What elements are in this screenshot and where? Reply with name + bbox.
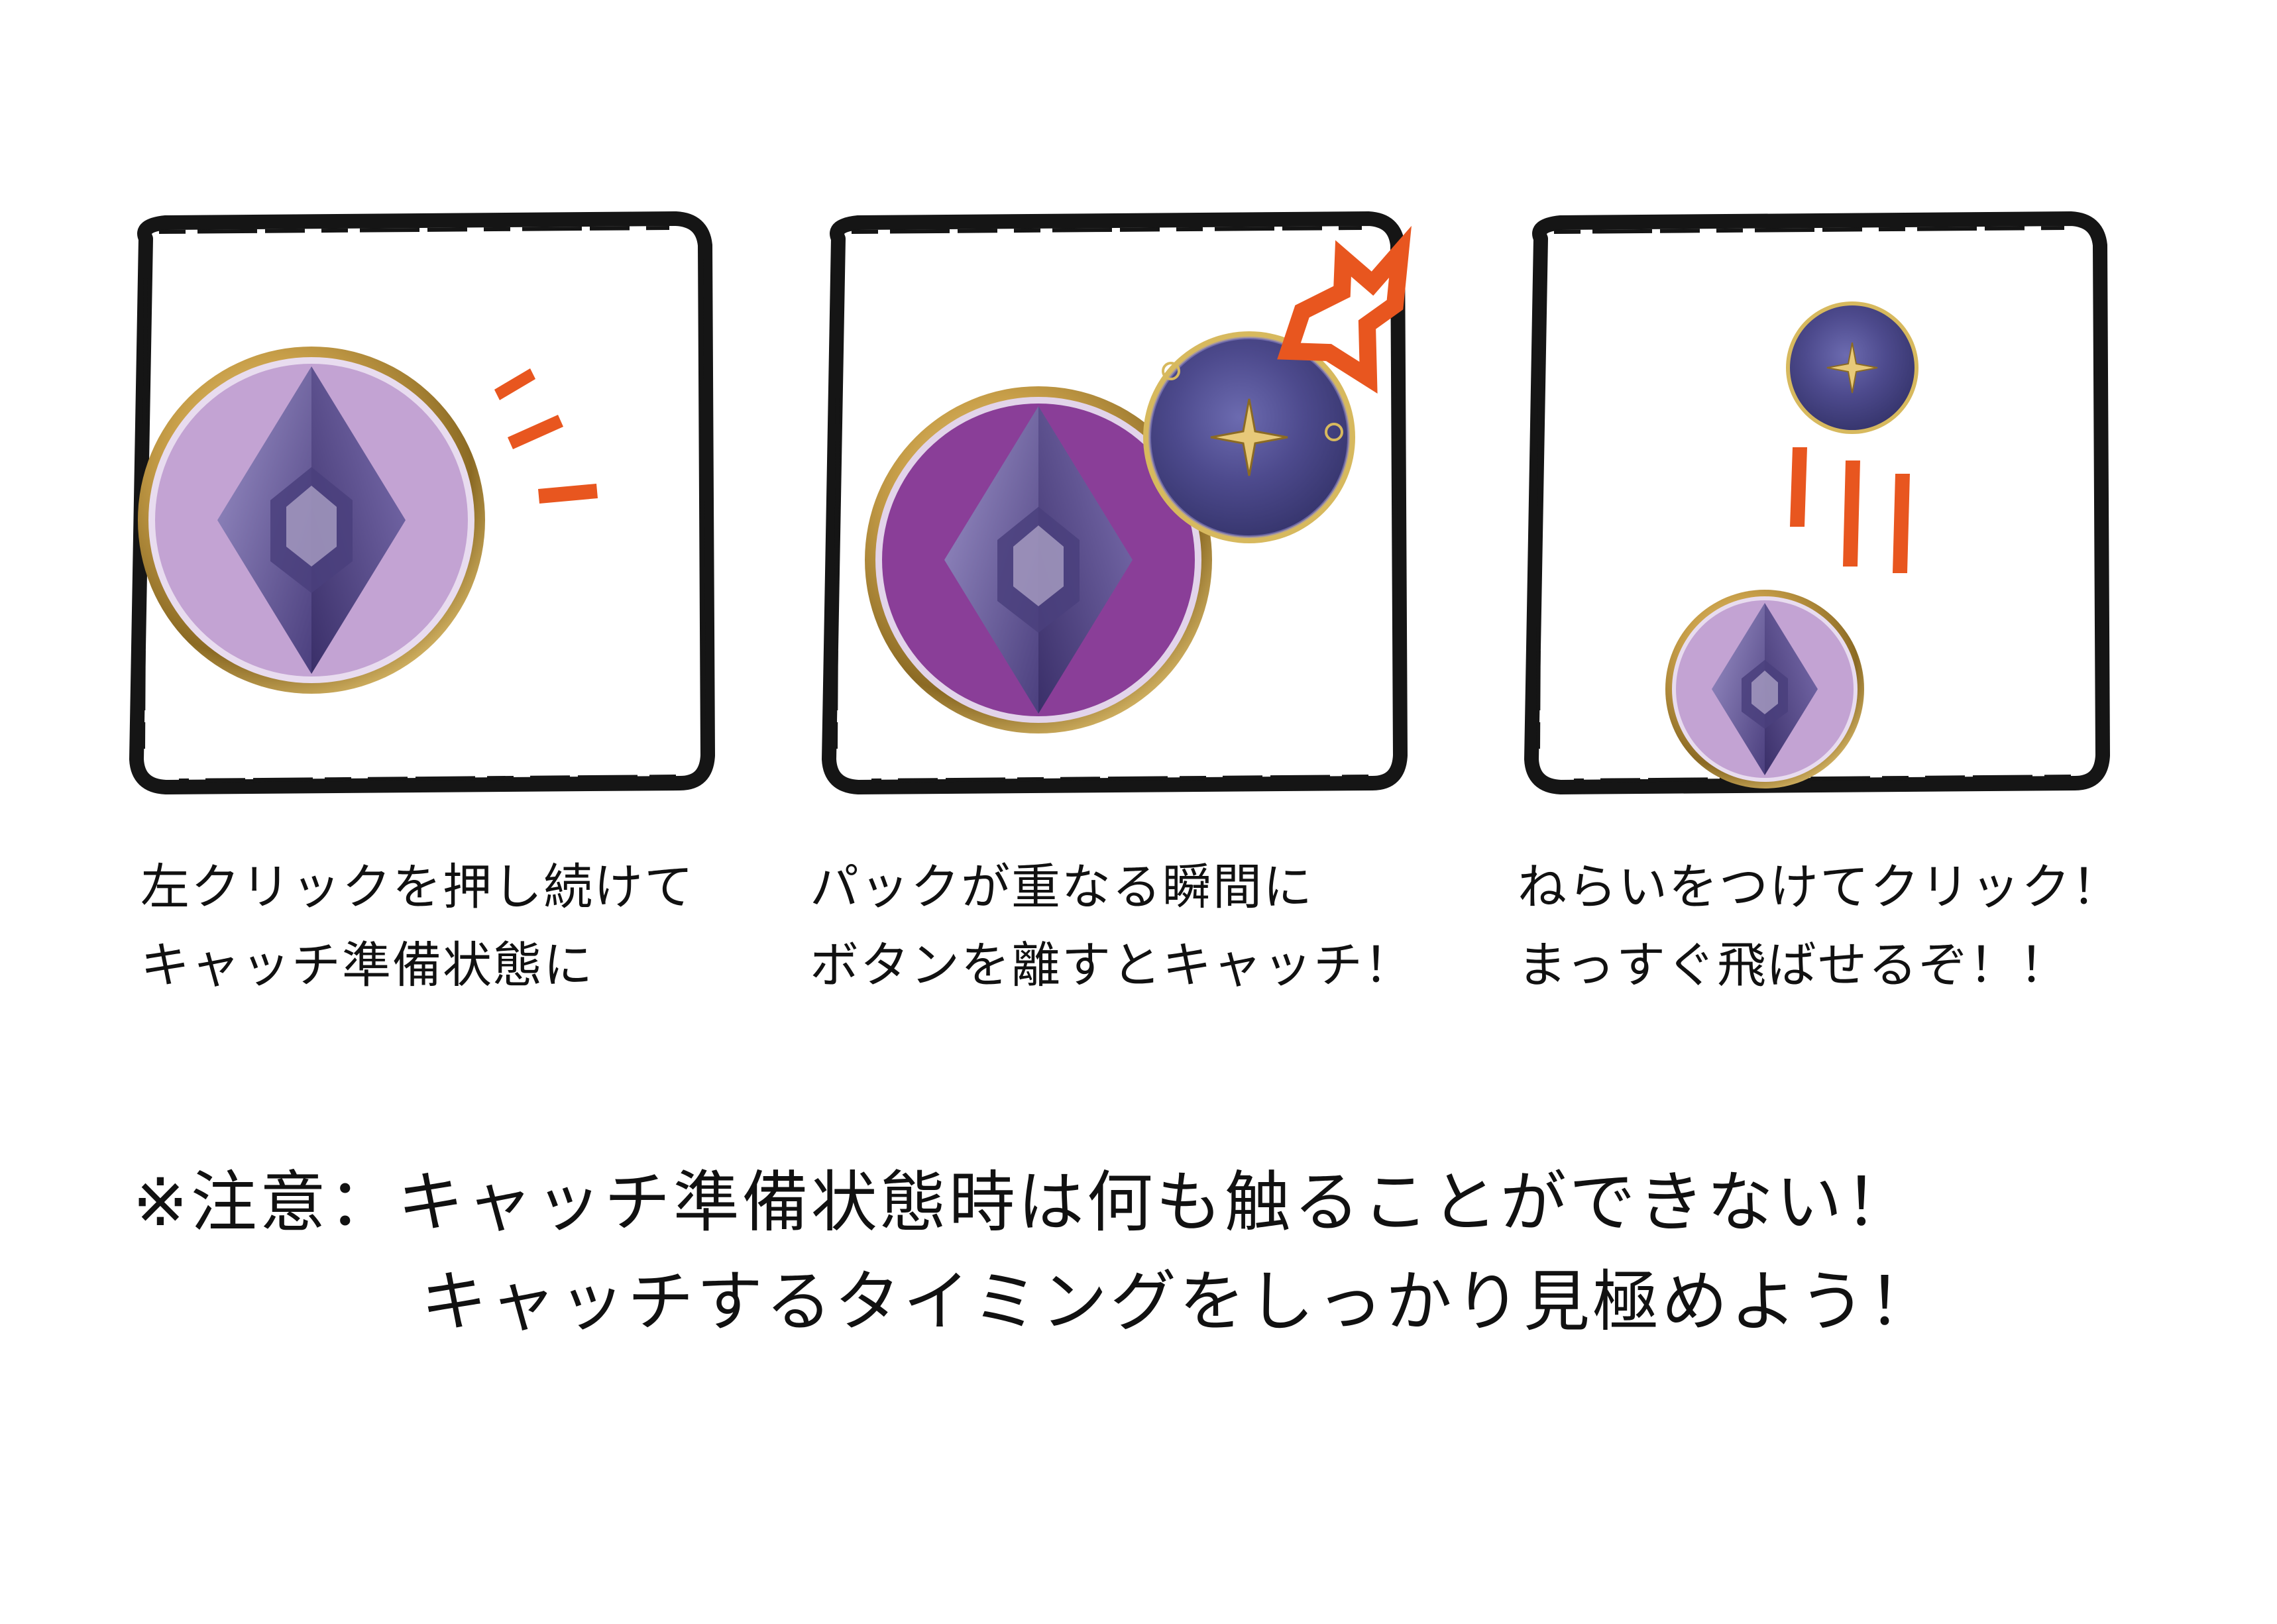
panel-ready-art [129,211,715,794]
crystal-puck-icon [138,347,485,694]
caption-ready-line-2: キャッチ準備状態に [140,937,594,994]
caption-catch: パックが重なる瞬間に ボタンを離すとキャッチ！ [810,848,1459,1004]
caption-throw-line-1: ねらいをつけてクリック！ [1518,859,2122,916]
caption-ready: 左クリックを押し続けて キャッチ準備状態に [140,848,790,1004]
caption-throw: ねらいをつけてクリック！ まっすぐ飛ばせるぞ！！ [1518,848,2167,1004]
caution-line-2: キャッチするタイミングをしっかり見極めよう！ [421,1263,1937,1340]
impact-flash-icon [1790,447,1910,573]
opponent-disc-icon [1786,301,1918,434]
panel-catch-art [822,211,1412,794]
panel-throw [1514,211,2111,795]
caution-line-1: ※注意：キャッチ準備状態時は何も触ることができない！ [133,1164,1914,1241]
caption-catch-line-2: ボタンを離すとキャッチ！ [810,937,1414,994]
crystal-puck-icon [1665,590,1864,788]
panel-catch [812,211,1412,795]
caption-ready-line-1: 左クリックを押し続けて [140,859,694,916]
caption-throw-line-2: まっすぐ飛ばせるぞ！！ [1518,937,2070,994]
opponent-disc-icon [1143,331,1355,543]
panel-throw-art [1524,211,2110,794]
caution-notice: ※注意：キャッチ準備状態時は何も触ることができない！ キャッチするタイミングをし… [133,1153,1937,1352]
caption-catch-line-1: パックが重なる瞬間に [810,859,1313,916]
panel-ready [119,211,716,795]
impact-flash-icon [1277,225,1412,394]
impact-flash-icon [494,368,598,504]
